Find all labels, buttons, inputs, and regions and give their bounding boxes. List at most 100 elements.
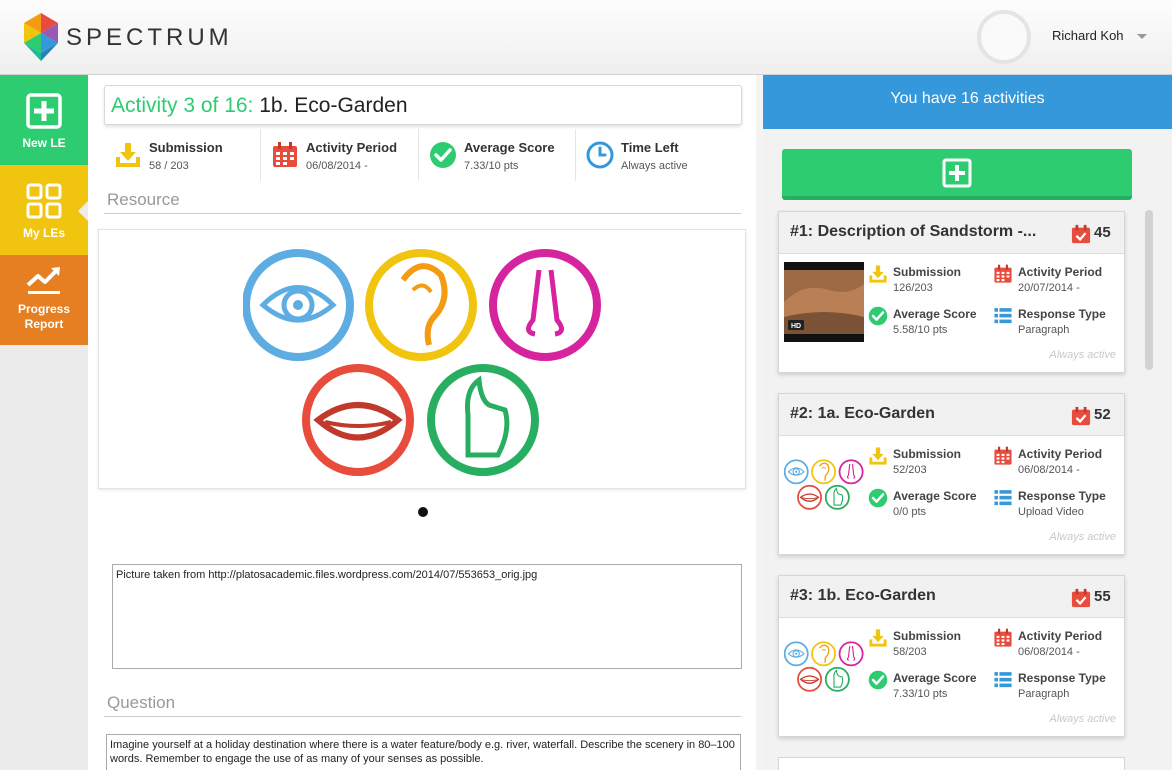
- activity-card-header: #1: Description of Sandstorm -... 45: [779, 212, 1124, 254]
- sidebar-item-my-les[interactable]: My LEs: [0, 165, 88, 255]
- download-icon: [114, 141, 142, 169]
- stat-value: 0/0 pts: [893, 506, 927, 518]
- stat-value: 126/203: [893, 282, 933, 294]
- trend-chart-icon: [26, 267, 60, 294]
- stat-label: Activity Period: [1018, 447, 1103, 461]
- question-heading: Question: [107, 693, 176, 712]
- video-thumbnail-image[interactable]: HD: [784, 262, 864, 342]
- plus-square-icon: [26, 93, 62, 129]
- download-icon: [868, 446, 888, 466]
- resource-caption-field[interactable]: Picture taken from http://platosacademic…: [112, 564, 742, 669]
- activities-panel: You have 16 activities #1: Description o…: [763, 75, 1172, 770]
- activity-card-title[interactable]: #1: Description of Sandstorm -...: [790, 223, 1065, 241]
- stat-label: Response Type: [1018, 307, 1106, 321]
- divider: [104, 213, 741, 214]
- activity-stats: Submission 58 / 203 Activity Period 06/0…: [104, 129, 742, 181]
- stat-value: 06/08/2014 -: [306, 160, 368, 172]
- stat-value: 52/203: [893, 464, 927, 476]
- stat-label: Activity Period: [1018, 265, 1103, 279]
- download-icon: [868, 628, 888, 648]
- activity-position: Activity 3 of 16:: [111, 94, 254, 117]
- grid-icon: [26, 183, 62, 219]
- activity-card-count: 52: [1094, 406, 1111, 423]
- question-text-field[interactable]: Imagine yourself at a holiday destinatio…: [106, 734, 741, 770]
- stat-value: Paragraph: [1018, 324, 1070, 336]
- calendar-check-icon: [1071, 224, 1091, 244]
- list-icon: [993, 670, 1013, 690]
- sidebar-item-label: New LE: [22, 136, 66, 150]
- calendar-check-icon: [1071, 588, 1091, 608]
- stat-label: Average Score: [893, 489, 977, 503]
- brand-name: SPECTRUM: [66, 24, 233, 51]
- stat-label: Submission: [893, 447, 962, 461]
- stat-label: Average Score: [893, 671, 977, 685]
- activity-card-title[interactable]: #3: 1b. Eco-Garden: [790, 587, 1065, 605]
- list-icon: [993, 306, 1013, 326]
- activity-card-count: 55: [1094, 588, 1111, 605]
- list-icon: [993, 488, 1013, 508]
- activity-detail: Activity 3 of 16: 1b. Eco-Garden Submiss…: [88, 75, 756, 770]
- sidebar: New LE My LEs Progress Report: [0, 75, 88, 770]
- divider: [104, 716, 741, 717]
- activity-card[interactable]: #3: 1b. Eco-Garden 55 Submission 58/203 …: [778, 575, 1125, 737]
- activity-status: Always active: [1049, 349, 1116, 361]
- stat-label: Submission: [149, 140, 223, 155]
- stat-value: 58/203: [893, 646, 927, 658]
- plus-square-icon: [942, 158, 972, 188]
- stat-label: Activity Period: [1018, 629, 1103, 643]
- stat-value: 58 / 203: [149, 160, 189, 172]
- clock-icon: [586, 141, 614, 169]
- carousel-dot[interactable]: [418, 507, 428, 517]
- five-senses-thumbnail-image[interactable]: [784, 626, 864, 706]
- activities-count-header: You have 16 activities: [763, 75, 1172, 129]
- page-title: Activity 3 of 16: 1b. Eco-Garden: [111, 94, 408, 118]
- stat-value: 20/07/2014 -: [1018, 282, 1080, 294]
- stat-label: Response Type: [1018, 671, 1106, 685]
- stat-label: Submission: [893, 265, 962, 279]
- resource-image-viewer[interactable]: [98, 229, 746, 489]
- stat-time-left: Time Left Always active: [576, 129, 736, 181]
- hd-badge: HD: [791, 323, 801, 330]
- stat-value: Always active: [621, 160, 688, 172]
- five-senses-thumbnail-image[interactable]: [784, 444, 864, 524]
- chevron-down-icon[interactable]: [1137, 34, 1147, 39]
- stat-label: Response Type: [1018, 489, 1106, 503]
- activity-name: 1b. Eco-Garden: [259, 94, 408, 117]
- calendar-check-icon: [1071, 406, 1091, 426]
- sidebar-item-new-le[interactable]: New LE: [0, 75, 88, 165]
- activity-card[interactable]: #1: Description of Sandstorm -... 45 HD …: [778, 211, 1125, 373]
- stat-label: Average Score: [464, 140, 555, 155]
- activities-scrollbar[interactable]: [1145, 210, 1153, 370]
- top-bar: SPECTRUM Richard Koh: [0, 0, 1172, 75]
- stat-value: 7.33/10 pts: [464, 160, 519, 172]
- activity-card-header: #2: 1a. Eco-Garden 52: [779, 394, 1124, 436]
- sidebar-item-label: Progress Report: [17, 302, 71, 331]
- check-circle-icon: [868, 488, 888, 508]
- stat-value: Paragraph: [1018, 688, 1070, 700]
- activity-card-count: 45: [1094, 224, 1111, 241]
- add-activity-button[interactable]: [782, 149, 1132, 200]
- check-circle-icon: [868, 670, 888, 690]
- sidebar-item-progress-report[interactable]: Progress Report: [0, 255, 88, 345]
- activity-status: Always active: [1049, 713, 1116, 725]
- activity-status: Always active: [1049, 531, 1116, 543]
- stat-label: Activity Period: [306, 140, 398, 155]
- activity-card-header: #3: 1b. Eco-Garden 55: [779, 576, 1124, 618]
- calendar-icon: [993, 628, 1013, 648]
- calendar-icon: [993, 446, 1013, 466]
- stat-value: 06/08/2014 -: [1018, 464, 1080, 476]
- calendar-icon: [993, 264, 1013, 284]
- stat-label: Time Left: [621, 140, 679, 155]
- main-scrollbar[interactable]: [756, 75, 763, 770]
- calendar-icon: [271, 141, 299, 169]
- activity-card-partial[interactable]: [778, 757, 1125, 770]
- check-circle-icon: [868, 306, 888, 326]
- activity-title-bar: Activity 3 of 16: 1b. Eco-Garden: [104, 85, 742, 125]
- stat-value: 5.58/10 pts: [893, 324, 948, 336]
- avatar[interactable]: [977, 10, 1031, 64]
- activity-card[interactable]: #2: 1a. Eco-Garden 52 Submission 52/203 …: [778, 393, 1125, 555]
- stat-label: Average Score: [893, 307, 977, 321]
- activity-card-title[interactable]: #2: 1a. Eco-Garden: [790, 405, 1065, 423]
- spectrum-logo-icon[interactable]: [24, 13, 58, 61]
- user-name[interactable]: Richard Koh: [1052, 28, 1124, 43]
